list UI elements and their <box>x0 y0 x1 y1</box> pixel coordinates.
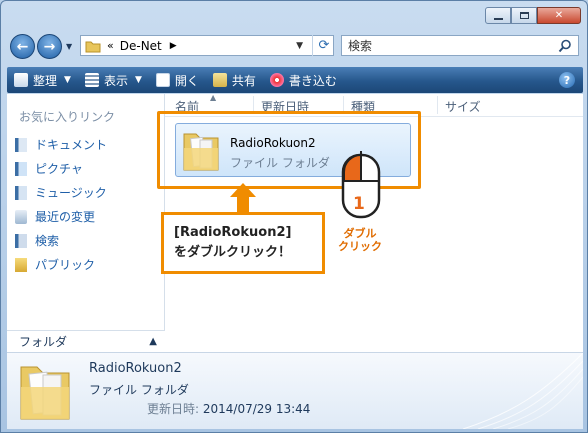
folder-icon <box>85 41 101 52</box>
forward-button[interactable]: → <box>37 34 62 59</box>
back-arrow-icon: ← <box>16 38 29 55</box>
organize-dropdown-icon: ▼ <box>64 75 71 85</box>
folders-toggle[interactable]: フォルダ ▲ <box>7 330 165 352</box>
view-icon <box>84 73 99 87</box>
decorative-swoosh <box>462 353 583 429</box>
sidebar-item-music[interactable]: ミュージック <box>15 184 107 201</box>
refresh-button[interactable]: ⟳ <box>312 35 335 56</box>
view-label: 表示 <box>103 73 128 88</box>
chevron-up-icon: ▲ <box>149 336 157 347</box>
minimize-button[interactable] <box>485 7 511 24</box>
search-placeholder: 検索 <box>348 39 373 53</box>
command-bar: 整理 ▼ 表示 ▼ 開く 共有 書き込む ? <box>7 67 583 93</box>
address-chevron[interactable]: « <box>107 39 114 52</box>
double-click-label-line2: クリック <box>338 240 382 253</box>
callout-line2: をダブルクリック！ <box>174 245 292 260</box>
folder-large-icon <box>20 366 70 420</box>
documents-icon <box>15 137 27 152</box>
explorer-window: ✕ ← → ▼ « De-Net ▶ ▼ ⟳ 検索 整理 ▼ 表示 ▼ 開く 共… <box>0 0 588 433</box>
sidebar-item-label: ピクチャ <box>35 162 83 176</box>
maximize-icon <box>519 12 529 19</box>
instruction-callout: [RadioRokuon2] をダブルクリック！ <box>161 212 325 274</box>
organize-label: 整理 <box>33 73 58 88</box>
sidebar-item-label: 検索 <box>35 234 60 248</box>
open-icon <box>155 73 170 87</box>
arrow-up-icon <box>230 183 256 197</box>
burn-button[interactable]: 書き込む <box>263 67 344 93</box>
details-modified-value: 2014/07/29 13:44 <box>202 402 311 416</box>
favorite-links-title: お気に入りリンク <box>19 110 116 124</box>
view-dropdown-icon: ▼ <box>134 75 142 85</box>
address-dropdown-icon[interactable]: ▼ <box>296 41 303 51</box>
sort-arrow-icon: ▲ <box>210 93 217 102</box>
address-path[interactable]: De-Net <box>120 39 162 53</box>
highlight-box <box>157 111 421 189</box>
sidebar-item-label: 最近の変更 <box>35 210 96 224</box>
sidebar-item-label: パブリック <box>35 258 96 272</box>
share-button[interactable]: 共有 <box>206 67 263 93</box>
recent-icon <box>15 209 27 224</box>
share-label: 共有 <box>231 73 256 88</box>
caption-buttons: ✕ <box>485 7 581 24</box>
view-menu[interactable]: 表示 ▼ <box>78 67 149 93</box>
details-name: RadioRokuon2 <box>89 361 182 376</box>
double-click-label-line1: ダブル <box>343 227 377 240</box>
mouse-step-number: 1 <box>353 194 365 214</box>
forward-arrow-icon: → <box>43 38 56 55</box>
column-header-size[interactable]: サイズ <box>445 98 481 115</box>
column-divider[interactable] <box>437 96 438 114</box>
help-icon: ? <box>563 73 571 87</box>
pictures-icon <box>15 161 27 176</box>
details-pane: RadioRokuon2 ファイル フォルダ 更新日時: 2014/07/29 … <box>7 352 583 429</box>
sidebar-item-recent[interactable]: 最近の変更 <box>15 208 95 225</box>
history-dropdown-icon[interactable]: ▼ <box>66 42 72 51</box>
organize-icon <box>14 73 28 87</box>
search-input[interactable]: 検索 <box>341 35 579 56</box>
share-icon <box>212 73 227 87</box>
public-folder-icon <box>15 257 27 272</box>
burn-label: 書き込む <box>288 73 337 88</box>
search-icon[interactable] <box>558 39 572 53</box>
close-icon: ✕ <box>554 10 564 21</box>
burn-disc-icon <box>269 73 284 87</box>
navigation-buttons: ← → ▼ <box>10 34 72 59</box>
music-icon <box>15 185 27 200</box>
help-button[interactable]: ? <box>559 72 575 88</box>
open-button[interactable]: 開く <box>149 67 206 93</box>
sidebar-item-search[interactable]: 検索 <box>15 232 59 249</box>
maximize-button[interactable] <box>511 7 537 24</box>
navigation-pane: お気に入りリンク ドキュメント ピクチャ ミュージック 最近の変更 検索 パブリ… <box>7 94 165 352</box>
sidebar-item-public[interactable]: パブリック <box>15 256 95 273</box>
sidebar-item-documents[interactable]: ドキュメント <box>15 136 107 153</box>
search-folder-icon <box>15 233 27 248</box>
callout-line1: [RadioRokuon2] <box>174 225 292 240</box>
double-click-label: ダブル クリック <box>338 227 382 253</box>
minimize-icon <box>493 17 503 20</box>
sidebar-item-label: ドキュメント <box>35 138 108 152</box>
details-type: ファイル フォルダ <box>89 383 189 397</box>
refresh-icon: ⟳ <box>318 38 330 53</box>
details-modified-label: 更新日時: <box>147 402 200 416</box>
address-bar[interactable]: « De-Net ▶ ▼ <box>80 35 334 56</box>
breadcrumb-arrow-icon[interactable]: ▶ <box>170 41 177 51</box>
sidebar-item-label: ミュージック <box>35 186 107 200</box>
open-label: 開く <box>174 73 199 88</box>
sidebar-item-pictures[interactable]: ピクチャ <box>15 160 83 177</box>
folders-label: フォルダ <box>19 335 68 349</box>
details-modified: 更新日時: 2014/07/29 13:44 <box>147 400 310 417</box>
back-button[interactable]: ← <box>10 34 35 59</box>
arrow-stem <box>237 196 249 213</box>
organize-menu[interactable]: 整理 ▼ <box>7 67 78 93</box>
close-button[interactable]: ✕ <box>537 7 581 24</box>
